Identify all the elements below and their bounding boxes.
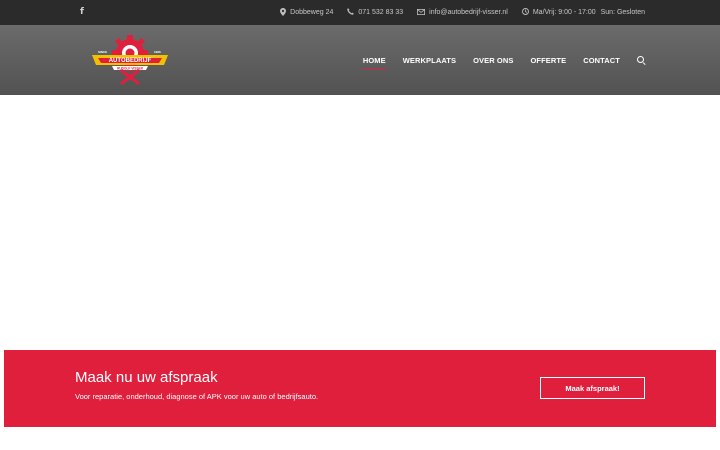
- email-item[interactable]: info@autobedrijf-visser.nl: [417, 8, 508, 17]
- search-icon[interactable]: [637, 56, 645, 64]
- appointment-banner: Maak nu uw afspraak Voor reparatie, onde…: [4, 350, 716, 427]
- wrench-icon: [120, 69, 140, 85]
- logo-subtext: RUDOLF VISSER: [117, 66, 144, 70]
- header: AUTOBEDRIJF RUDOLF VISSER SINCE 1996 HOM…: [0, 25, 720, 95]
- make-appointment-button[interactable]: Maak afspraak!: [540, 377, 645, 399]
- phone-text[interactable]: 071 532 83 33: [358, 9, 403, 16]
- nav-werkplaats[interactable]: WERKPLAATS: [403, 56, 456, 65]
- facebook-icon[interactable]: f: [80, 8, 84, 17]
- main-nav: HOME WERKPLAATS OVER ONS OFFERTE CONTACT: [362, 25, 645, 95]
- logo[interactable]: AUTOBEDRIJF RUDOLF VISSER SINCE 1996: [88, 31, 172, 89]
- envelope-icon: [417, 8, 426, 17]
- phone-icon: [347, 8, 355, 17]
- logo-text: AUTOBEDRIJF: [109, 58, 152, 64]
- nav-home[interactable]: HOME: [362, 56, 386, 70]
- phone-item[interactable]: 071 532 83 33: [347, 8, 403, 17]
- logo-year: 1996: [154, 50, 161, 54]
- address-text: Dobbeweg 24: [290, 9, 334, 16]
- contact-info: Dobbeweg 24 071 532 83 33 info@autobedri…: [280, 0, 645, 25]
- nav-offerte[interactable]: OFFERTE: [530, 56, 566, 65]
- cta-subtitle: Voor reparatie, onderhoud, diagnose of A…: [75, 392, 319, 401]
- map-marker-icon: [280, 7, 287, 18]
- cta-title: Maak nu uw afspraak: [75, 369, 218, 386]
- hours-sunday: Sun: Gesloten: [600, 9, 645, 16]
- top-bar: f Dobbeweg 24 071 532 83 33 info@autobed…: [0, 0, 720, 25]
- nav-contact[interactable]: CONTACT: [583, 56, 620, 65]
- nav-over-ons[interactable]: OVER ONS: [473, 56, 513, 65]
- clock-icon: [521, 8, 529, 17]
- hero-area: [0, 95, 720, 350]
- hours-item: Ma/Vrij: 9:00 - 17:00 Sun: Gesloten: [521, 8, 645, 17]
- address-item: Dobbeweg 24: [280, 7, 334, 18]
- hours-weekday: Ma/Vrij: 9:00 - 17:00: [532, 9, 596, 16]
- email-text[interactable]: info@autobedrijf-visser.nl: [429, 9, 508, 16]
- logo-since: SINCE: [98, 50, 107, 54]
